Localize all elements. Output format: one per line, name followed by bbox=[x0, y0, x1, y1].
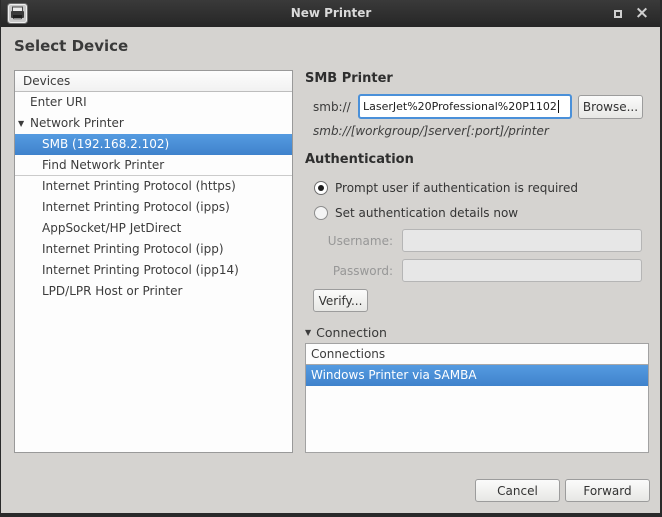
device-item-label: Internet Printing Protocol (ipps) bbox=[42, 197, 230, 218]
radio-label: Set authentication details now bbox=[335, 206, 518, 220]
device-item-ipp-https[interactable]: Internet Printing Protocol (https) bbox=[15, 176, 292, 197]
close-button[interactable]: × bbox=[630, 0, 654, 27]
connection-item-samba[interactable]: Windows Printer via SAMBA bbox=[306, 365, 648, 386]
smb-printer-heading: SMB Printer bbox=[305, 71, 393, 86]
text-caret bbox=[558, 100, 559, 113]
forward-button[interactable]: Forward bbox=[565, 479, 650, 502]
device-item-enter-uri[interactable]: Enter URI bbox=[15, 92, 292, 113]
radio-label: Prompt user if authentication is require… bbox=[335, 181, 578, 195]
device-item-label: Find Network Printer bbox=[42, 155, 164, 176]
window-title: New Printer bbox=[0, 0, 662, 27]
new-printer-dialog: New Printer × Select Device Devices Ente… bbox=[0, 0, 662, 517]
close-icon: × bbox=[635, 0, 649, 27]
browse-button[interactable]: Browse... bbox=[578, 95, 643, 119]
device-item-label: Enter URI bbox=[30, 92, 87, 113]
smb-uri-value: LaserJet%20Professional%20P1102 bbox=[363, 100, 557, 113]
devices-column-header[interactable]: Devices bbox=[15, 71, 292, 92]
device-item-label: Internet Printing Protocol (https) bbox=[42, 176, 236, 197]
username-label: Username: bbox=[300, 234, 393, 248]
authentication-heading: Authentication bbox=[305, 152, 414, 167]
device-item-ipp14[interactable]: Internet Printing Protocol (ipp14) bbox=[15, 260, 292, 281]
device-item-label: Internet Printing Protocol (ipp14) bbox=[42, 260, 239, 281]
radio-icon[interactable] bbox=[314, 206, 328, 220]
cancel-button[interactable]: Cancel bbox=[475, 479, 560, 502]
page-title: Select Device bbox=[14, 37, 128, 55]
password-label: Password: bbox=[300, 264, 393, 278]
smb-uri-input[interactable]: LaserJet%20Professional%20P1102 bbox=[358, 94, 572, 119]
connection-expander-label: Connection bbox=[316, 325, 387, 340]
username-input[interactable] bbox=[402, 229, 642, 252]
titlebar[interactable]: New Printer × bbox=[0, 0, 662, 27]
device-item-appsocket[interactable]: AppSocket/HP JetDirect bbox=[15, 218, 292, 239]
verify-button[interactable]: Verify... bbox=[313, 289, 368, 312]
radio-prompt-authentication[interactable]: Prompt user if authentication is require… bbox=[314, 180, 578, 196]
connection-item-label: Windows Printer via SAMBA bbox=[311, 365, 477, 386]
radio-icon[interactable] bbox=[314, 181, 328, 195]
device-item-label: SMB (192.168.2.102) bbox=[42, 134, 169, 155]
device-item-label: LPD/LPR Host or Printer bbox=[42, 281, 182, 302]
expander-down-icon[interactable]: ▼ bbox=[18, 113, 30, 134]
device-item-ipp-ipps[interactable]: Internet Printing Protocol (ipps) bbox=[15, 197, 292, 218]
maximize-button[interactable] bbox=[606, 0, 630, 27]
expander-down-icon: ▼ bbox=[305, 328, 311, 337]
device-item-smb[interactable]: SMB (192.168.2.102) bbox=[15, 134, 292, 155]
connection-expander[interactable]: ▼ Connection bbox=[305, 325, 387, 340]
radio-set-authentication[interactable]: Set authentication details now bbox=[314, 205, 518, 221]
device-item-label: Internet Printing Protocol (ipp) bbox=[42, 239, 224, 260]
device-item-lpd[interactable]: LPD/LPR Host or Printer bbox=[15, 281, 292, 302]
device-item-label: Network Printer bbox=[30, 113, 124, 134]
connections-column-header[interactable]: Connections bbox=[306, 344, 648, 365]
device-item-label: AppSocket/HP JetDirect bbox=[42, 218, 181, 239]
smb-scheme-label: smb:// bbox=[313, 100, 351, 114]
connections-list: Connections Windows Printer via SAMBA bbox=[305, 343, 649, 453]
smb-uri-hint: smb://[workgroup/]server[:port]/printer bbox=[313, 124, 549, 138]
devices-list: Devices Enter URI ▼ Network Printer SMB … bbox=[14, 70, 293, 453]
device-item-network-printer[interactable]: ▼ Network Printer bbox=[15, 113, 292, 134]
maximize-icon bbox=[614, 10, 622, 18]
device-item-ipp[interactable]: Internet Printing Protocol (ipp) bbox=[15, 239, 292, 260]
password-input[interactable] bbox=[402, 259, 642, 282]
device-item-find-network-printer[interactable]: Find Network Printer bbox=[15, 155, 292, 176]
